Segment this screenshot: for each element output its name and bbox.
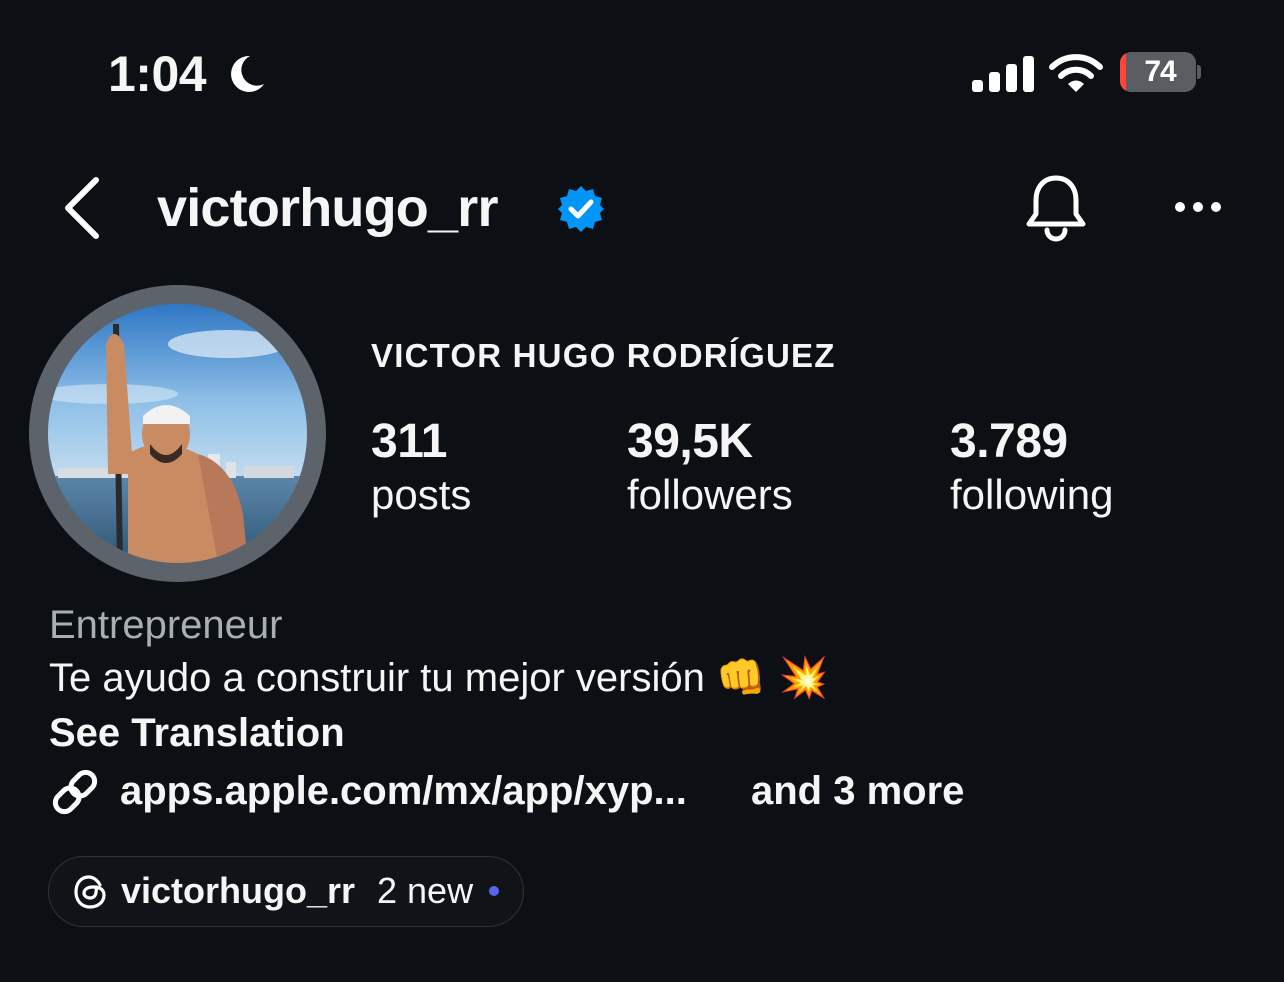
profile-photo-image bbox=[48, 304, 307, 563]
threads-username: victorhugo_rr bbox=[121, 870, 356, 911]
profile-photo[interactable] bbox=[48, 304, 307, 563]
profile-username: victorhugo_rr bbox=[157, 178, 498, 238]
more-links-button[interactable]: and 3 more bbox=[751, 766, 964, 816]
posts-count[interactable]: 311 bbox=[371, 415, 447, 469]
following-count[interactable]: 3.789 bbox=[950, 415, 1068, 469]
more-horizontal-icon[interactable] bbox=[1172, 194, 1224, 220]
bio-emojis: 👊 💥 bbox=[715, 655, 829, 701]
verified-badge-icon bbox=[558, 186, 604, 232]
profile-full-name: VICTOR HUGO RODRÍGUEZ bbox=[371, 337, 836, 374]
bio-link[interactable]: apps.apple.com/mx/app/xyp... bbox=[120, 766, 687, 816]
see-translation-button[interactable]: See Translation bbox=[49, 709, 345, 757]
status-time: 1:04 bbox=[108, 46, 207, 102]
wifi-icon bbox=[1049, 54, 1103, 92]
threads-new-count: 2 new bbox=[377, 870, 474, 911]
bio-text: Te ayudo a construir tu mejor versión 👊 … bbox=[49, 654, 828, 702]
cellular-signal-icon bbox=[972, 56, 1034, 92]
battery-cap bbox=[1197, 65, 1201, 79]
followers-label[interactable]: followers bbox=[627, 471, 793, 519]
profile-category: Entrepreneur bbox=[49, 603, 283, 647]
bio-text-content: Te ayudo a construir tu mejor versión bbox=[49, 656, 705, 700]
battery-indicator: 74 bbox=[1120, 52, 1196, 92]
posts-label[interactable]: posts bbox=[371, 471, 471, 519]
new-indicator-dot bbox=[489, 886, 499, 896]
moon-icon bbox=[231, 55, 264, 92]
threads-icon bbox=[74, 875, 106, 909]
followers-count[interactable]: 39,5K bbox=[627, 415, 753, 469]
battery-level: 74 bbox=[1144, 55, 1176, 88]
link-icon bbox=[52, 769, 98, 815]
chevron-left-icon[interactable] bbox=[60, 176, 104, 240]
bell-icon[interactable] bbox=[1024, 172, 1088, 242]
following-label[interactable]: following bbox=[950, 471, 1113, 519]
